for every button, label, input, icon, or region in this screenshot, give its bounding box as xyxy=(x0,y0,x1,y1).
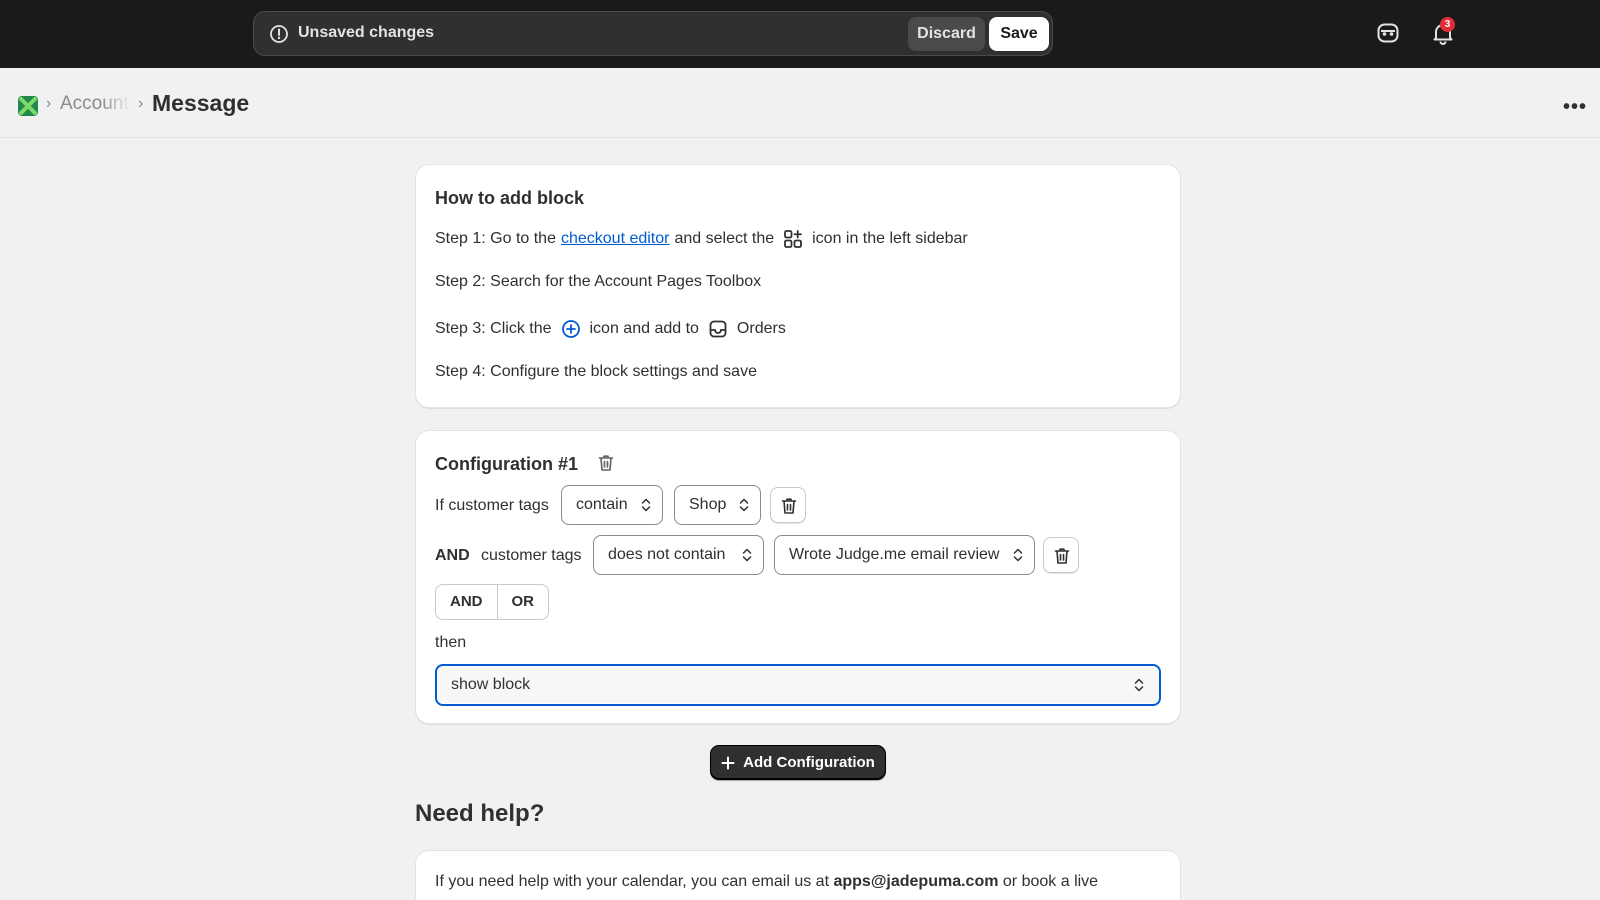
condition-2-joiner: AND xyxy=(435,547,470,564)
title-bar: › Account › Message ••• xyxy=(0,68,1600,138)
add-or-condition-button[interactable]: OR xyxy=(496,585,549,619)
step-1: Step 1: Go to the checkout editor and se… xyxy=(435,228,968,250)
step-1-suffix: icon in the left sidebar xyxy=(812,230,968,247)
help-text: If you need help with your calendar, you… xyxy=(435,873,1098,891)
more-actions-icon[interactable]: ••• xyxy=(1563,96,1589,118)
step-3-suffix: Orders xyxy=(736,320,786,337)
delete-condition-2-button[interactable] xyxy=(1043,537,1079,573)
condition-2-value-select[interactable]: Wrote Judge.me email review xyxy=(774,535,1035,575)
action-select[interactable]: show block xyxy=(435,664,1161,706)
help-text-prefix: If you need help with your calendar, you… xyxy=(435,873,830,890)
help-email[interactable]: apps@jadepuma.com xyxy=(833,873,998,890)
breadcrumb-parent[interactable]: Account xyxy=(60,93,130,115)
select-chevron-icon xyxy=(641,498,651,512)
checkout-editor-link[interactable]: checkout editor xyxy=(561,230,670,248)
condition-1-value-select[interactable]: Shop xyxy=(674,485,761,525)
step-3-mid: icon and add to xyxy=(589,320,699,337)
configuration-card: Configuration #1 If customer tags contai… xyxy=(415,430,1181,724)
condition-1-label: If customer tags xyxy=(435,497,549,514)
condition-2-value: Wrote Judge.me email review xyxy=(789,546,1000,563)
condition-2-operator: does not contain xyxy=(608,546,726,563)
sidekick-icon[interactable] xyxy=(1375,20,1401,46)
plus-icon xyxy=(721,756,735,769)
action-value: show block xyxy=(451,676,531,693)
how-to-card: How to add block Step 1: Go to the check… xyxy=(415,164,1181,408)
step-3-prefix: Step 3: Click the xyxy=(435,320,552,337)
trash-icon xyxy=(1054,548,1070,564)
step-1-prefix: Step 1: Go to the xyxy=(435,230,556,247)
add-and-condition-button[interactable]: AND xyxy=(436,585,497,619)
configuration-title: Configuration #1 xyxy=(435,454,578,474)
select-chevron-icon xyxy=(739,498,749,512)
then-label: then xyxy=(435,634,467,651)
chevron-right-icon: › xyxy=(138,95,144,112)
step-3: Step 3: Click the icon and add to Orders xyxy=(435,318,786,340)
delete-condition-1-button[interactable] xyxy=(770,487,806,523)
step-1-mid: and select the xyxy=(674,230,775,247)
select-chevron-icon xyxy=(1013,548,1023,562)
trash-icon xyxy=(781,498,797,514)
apps-grid-icon xyxy=(784,230,803,248)
chevron-right-icon: › xyxy=(46,95,52,112)
condition-1-operator: contain xyxy=(576,496,628,513)
add-configuration-label: Add Configuration xyxy=(743,754,875,771)
alert-circle-icon xyxy=(270,25,288,43)
step-4: Step 4: Configure the block settings and… xyxy=(435,363,757,380)
page-title: Message xyxy=(152,90,250,116)
add-configuration-button[interactable]: Add Configuration xyxy=(710,745,886,780)
app-logo-icon[interactable] xyxy=(18,96,38,116)
logic-button-group: AND OR xyxy=(435,584,549,620)
step-2: Step 2: Search for the Account Pages Too… xyxy=(435,273,762,290)
select-chevron-icon xyxy=(742,548,752,562)
discard-button[interactable]: Discard xyxy=(908,17,985,51)
help-text-suffix: or book a live xyxy=(1002,873,1099,890)
how-to-title: How to add block xyxy=(435,188,585,208)
condition-2-operator-select[interactable]: does not contain xyxy=(593,535,764,575)
unsaved-changes-bar: Unsaved changes Discard Save xyxy=(253,11,1053,56)
condition-1-value: Shop xyxy=(689,496,727,513)
select-chevron-icon xyxy=(1134,678,1144,692)
unsaved-changes-text: Unsaved changes xyxy=(298,24,435,41)
notification-badge: 3 xyxy=(1440,17,1455,32)
trash-icon[interactable] xyxy=(596,453,616,473)
inbox-icon xyxy=(709,320,727,338)
plus-circle-icon xyxy=(561,320,580,338)
save-button[interactable]: Save xyxy=(989,17,1049,51)
need-help-heading: Need help? xyxy=(415,800,545,827)
top-bar: Unsaved changes Discard Save 3 xyxy=(0,0,1600,68)
condition-2-label: customer tags xyxy=(481,547,582,564)
condition-1-operator-select[interactable]: contain xyxy=(561,485,663,525)
help-card: If you need help with your calendar, you… xyxy=(415,850,1181,900)
